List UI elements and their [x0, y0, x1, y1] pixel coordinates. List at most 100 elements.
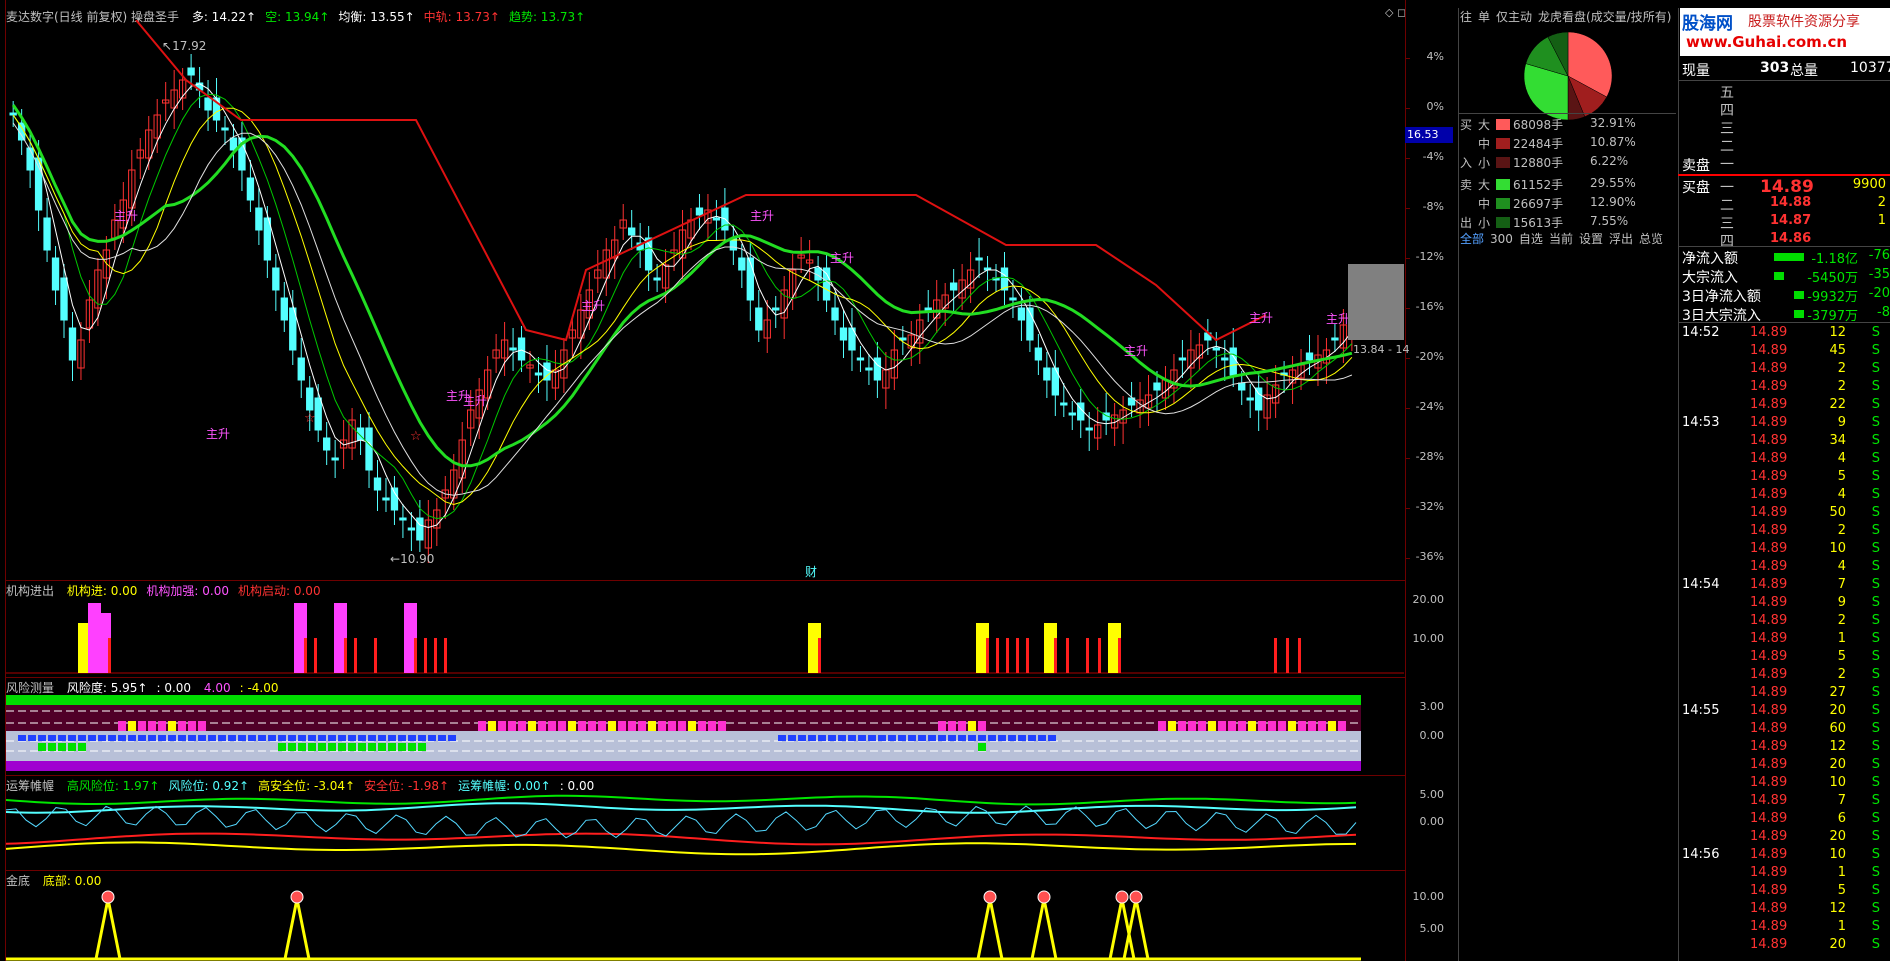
- institution-bar: [986, 638, 989, 673]
- flow-tab-0[interactable]: 往: [1460, 10, 1472, 24]
- risk-cell: [668, 721, 676, 731]
- candle: [441, 476, 449, 519]
- low-price-label: ←10.90: [390, 552, 435, 566]
- bottom-link-3[interactable]: 当前: [1549, 232, 1573, 246]
- safe-cell: [318, 735, 326, 741]
- risk-measure-chart[interactable]: [6, 695, 1404, 775]
- tick-time: 14:55: [1682, 703, 1720, 718]
- tick-volume: 5: [1837, 469, 1846, 484]
- safe-cell: [178, 735, 186, 741]
- risk-line: [6, 802, 1357, 814]
- safe-cell: [28, 735, 36, 741]
- bottom-link-6[interactable]: 总览: [1639, 232, 1663, 246]
- sell-level: 二: [1720, 139, 1734, 155]
- institution-bar: [818, 638, 821, 673]
- tick-price: 14.89: [1750, 649, 1788, 664]
- bottom-link-4[interactable]: 设置: [1579, 232, 1603, 246]
- buy-level-row: 一 14.89 9900: [1678, 177, 1890, 197]
- institution-bar: [1274, 638, 1277, 673]
- candle: [551, 350, 560, 400]
- safe-cell: [208, 735, 216, 741]
- tick-price: 14.89: [1750, 523, 1788, 538]
- tick-row: 14.89 4 S: [1678, 451, 1890, 469]
- current-price-badge: 16.53: [1405, 127, 1453, 143]
- panel3-item-0: 风险度: 5.95↑: [66, 681, 148, 695]
- fund-flow-extra: -76: [1868, 248, 1890, 263]
- safe-cell: [38, 735, 46, 741]
- flow-swatch: [1496, 198, 1510, 209]
- buy-side-label: 买: [1460, 118, 1473, 132]
- institution-bar: [1026, 638, 1029, 673]
- tick-list[interactable]: 14:52 14.89 12 S 14.89 45 S 14.89 2 S 14.89 2 S 14.89…: [1678, 325, 1890, 961]
- tick-price: 14.89: [1750, 379, 1788, 394]
- candle: [85, 280, 94, 343]
- risk-cell: [478, 721, 486, 731]
- candle: [1263, 377, 1271, 430]
- fund-flow-extra: -8: [1877, 305, 1890, 320]
- tick-price: 14.89: [1750, 451, 1788, 466]
- risk-cell: [1198, 721, 1206, 731]
- risk-cell: [648, 721, 656, 731]
- candle: [26, 132, 34, 188]
- flow-tab-2[interactable]: 仅主动: [1496, 10, 1532, 24]
- tick-row: 14.89 22 S: [1678, 397, 1890, 415]
- candle: [136, 138, 144, 179]
- safe-cell: [1038, 735, 1046, 741]
- bottom-signal-icon: [1115, 890, 1129, 904]
- bottom-link-1[interactable]: 300: [1490, 232, 1513, 246]
- tick-volume: 2: [1837, 523, 1846, 538]
- flow-swatch: [1496, 138, 1510, 149]
- tick-volume: 1: [1837, 631, 1846, 646]
- tick-row: 14.89 7 S: [1678, 793, 1890, 811]
- main-chart-panel[interactable]: 麦达数字(日线 前复权) 操盘圣手 多: 14.22↑ 空: 13.94↑ 均衡: …: [0, 0, 1455, 961]
- safe-cell: [228, 735, 236, 741]
- safe-cell: [998, 735, 1006, 741]
- institution-bars-chart[interactable]: [6, 595, 1404, 675]
- star-icon: ☆: [304, 411, 316, 426]
- candle: [272, 254, 280, 311]
- candle: [687, 208, 695, 250]
- tick-side: S: [1871, 505, 1880, 520]
- candle: [602, 238, 610, 296]
- bottom-link-5[interactable]: 浮出: [1609, 232, 1633, 246]
- candle: [390, 476, 399, 525]
- signal-tag: 主升: [750, 209, 774, 223]
- risk-cell: [198, 721, 206, 731]
- candle: [68, 312, 77, 381]
- safe-cell: [338, 735, 346, 741]
- flow-tab-3[interactable]: 龙虎看盘(成交量/技所有): [1538, 10, 1671, 24]
- candle: [1034, 334, 1043, 375]
- candle: [1000, 252, 1009, 305]
- panel-divider-1: [5, 580, 1405, 581]
- candle: [509, 328, 517, 371]
- safe-cell: [18, 735, 26, 741]
- tick-side: S: [1871, 919, 1880, 934]
- strategy-lines-chart[interactable]: [6, 790, 1404, 870]
- candle: [704, 194, 712, 241]
- risk-cell: [498, 721, 506, 731]
- safe-cell-green: [68, 743, 76, 751]
- sell-label: 卖盘: [1682, 158, 1710, 174]
- tick-volume: 20: [1829, 937, 1846, 952]
- candle: [949, 269, 958, 311]
- risk-cell: [1278, 721, 1286, 731]
- money-flow-panel: 往单仅主动 龙虎看盘(成交量/技所有) 大 68098手 32.91% 中 22484手 1…: [1458, 8, 1676, 961]
- risk-cell: [608, 721, 616, 731]
- candle: [399, 504, 407, 538]
- flow-swatch: [1496, 157, 1510, 168]
- finance-marker[interactable]: 财: [805, 563, 817, 580]
- bottom-link-0[interactable]: 全部: [1460, 232, 1484, 246]
- candlestick-chart[interactable]: 主升主升主升主升主升主升主升 主升主升主升☆☆: [6, 20, 1404, 580]
- bottom-link-2[interactable]: 自选: [1519, 232, 1543, 246]
- tick-volume: 12: [1829, 901, 1846, 916]
- flow-tab-1[interactable]: 单: [1478, 10, 1490, 24]
- fund-flow-label: 3日净流入额: [1682, 289, 1761, 305]
- safe-cell-green: [378, 743, 386, 751]
- safe-cell-green: [348, 743, 356, 751]
- tick-volume: 5: [1837, 649, 1846, 664]
- golden-bottom-chart[interactable]: [6, 885, 1404, 961]
- panel-controls-icon[interactable]: ◇ ◻: [1385, 6, 1406, 19]
- safe-cell-green: [308, 743, 316, 751]
- axis-tick: [1405, 258, 1410, 259]
- flow-row: 小 12880手 6.22%: [1458, 154, 1676, 173]
